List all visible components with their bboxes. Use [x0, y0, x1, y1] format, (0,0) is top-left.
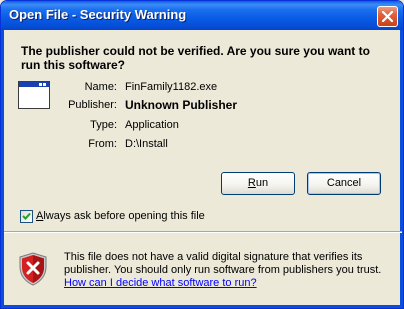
run-mnemonic: R	[247, 177, 256, 189]
close-button[interactable]	[377, 6, 398, 27]
publisher-label: Publisher:	[68, 99, 117, 111]
always-ask-checkbox[interactable]	[20, 210, 33, 223]
window-frame-left	[1, 30, 4, 308]
title-bar[interactable]: Open File - Security Warning	[1, 1, 403, 30]
name-label: Name:	[84, 81, 117, 93]
help-link[interactable]: How can I decide what software to run?	[64, 277, 257, 289]
always-ask-label-text: lways ask before opening this file	[43, 210, 205, 222]
type-value: Application	[125, 119, 179, 131]
window-frame-right	[400, 30, 403, 308]
window-frame-bottom	[1, 305, 403, 308]
from-value: D:\Install	[125, 138, 168, 150]
name-value: FinFamily1182.exe	[125, 81, 218, 93]
divider	[4, 231, 402, 233]
type-label: Type:	[90, 119, 117, 131]
footer-message: This file does not have a valid digital …	[64, 251, 382, 276]
shield-warning-icon	[19, 252, 47, 286]
from-label: From:	[88, 138, 117, 150]
run-button[interactable]: Run	[221, 172, 295, 195]
publisher-value: Unknown Publisher	[125, 98, 238, 112]
checkmark-icon	[22, 212, 31, 220]
cancel-button[interactable]: Cancel	[307, 172, 381, 195]
run-label: un	[255, 177, 269, 189]
close-icon	[382, 11, 393, 22]
warning-message: The publisher could not be verified. Are…	[21, 44, 370, 72]
security-warning-dialog: Open File - Security Warning The publish…	[0, 0, 404, 309]
always-ask-label[interactable]: Always ask before opening this file	[36, 210, 205, 222]
window-title: Open File - Security Warning	[9, 7, 187, 22]
